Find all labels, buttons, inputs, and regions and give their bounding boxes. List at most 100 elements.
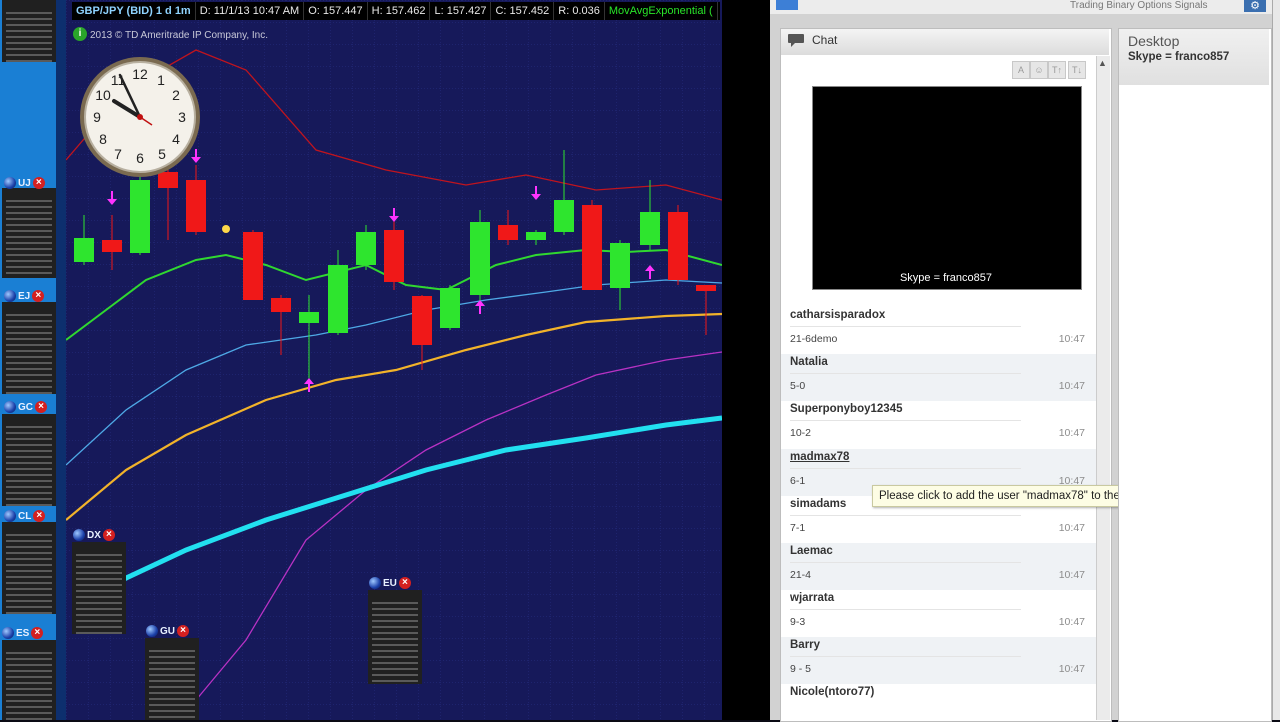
- chat-username[interactable]: simadams: [790, 498, 846, 510]
- gadget-bars: [6, 310, 52, 394]
- divider: [790, 326, 1021, 327]
- gadget-panel: [2, 0, 56, 62]
- analog-clock-icon: 12 12 345 678 91011: [80, 57, 200, 177]
- gadget-header-es[interactable]: ES ×: [2, 625, 44, 641]
- svg-text:4: 4: [172, 131, 180, 147]
- gadget-bars: [6, 422, 52, 506]
- chart-low: L: 157.427: [430, 2, 492, 20]
- chat-time: 10:47: [1058, 427, 1085, 439]
- gadget-panel-gc: [2, 414, 56, 506]
- svg-text:7: 7: [114, 146, 122, 162]
- gadget-header-gu[interactable]: GU ×: [146, 623, 189, 639]
- font-style-icon[interactable]: A: [1012, 61, 1030, 79]
- gadget-bars: [6, 530, 52, 614]
- bear-candle: [384, 230, 404, 282]
- webinar-title: Trading Binary Options Signals: [1070, 0, 1208, 11]
- close-icon[interactable]: ×: [35, 401, 47, 413]
- chart-study-label[interactable]: MovAvgExponential (: [605, 2, 718, 20]
- gadget-header-dx[interactable]: DX ×: [73, 527, 115, 543]
- divider: [790, 656, 1021, 657]
- chat-time: 10:47: [1058, 569, 1085, 581]
- gadget-header-gc[interactable]: GC ×: [4, 399, 47, 415]
- chat-username[interactable]: Nicole(ntoro77): [790, 686, 874, 698]
- gadget-header-uj[interactable]: UJ ×: [4, 175, 45, 191]
- chart-close: C: 157.452: [491, 2, 555, 20]
- chat-username[interactable]: madmax78: [790, 451, 849, 463]
- chat-message: wjarrata 9-3 10:47: [781, 590, 1096, 637]
- bull-candle: [74, 238, 94, 262]
- gear-icon[interactable]: ⚙: [1244, 0, 1266, 12]
- chat-time: 10:47: [1058, 380, 1085, 392]
- bull-candle: [640, 212, 660, 245]
- gadget-header-cl[interactable]: CL ×: [4, 508, 46, 524]
- gadget-panel-es: [2, 640, 56, 720]
- bear-candle: [412, 296, 432, 345]
- bear-candle: [243, 232, 263, 300]
- close-icon[interactable]: ×: [32, 290, 45, 302]
- info-icon[interactable]: i: [73, 27, 87, 41]
- chat-username[interactable]: Laemac: [790, 545, 833, 557]
- svg-text:8: 8: [99, 131, 107, 147]
- background-gap: [722, 0, 772, 720]
- chat-scrollbar[interactable]: [1096, 56, 1110, 720]
- chat-username[interactable]: wjarrata: [790, 592, 834, 604]
- gadget-header-ej[interactable]: EJ ×: [4, 288, 45, 304]
- globe-icon: [4, 401, 16, 413]
- chat-username[interactable]: Barry: [790, 639, 820, 651]
- chat-time: 10:47: [1058, 333, 1085, 345]
- chat-text: 10-2: [790, 427, 812, 439]
- close-icon[interactable]: ×: [177, 625, 189, 637]
- svg-text:9: 9: [93, 109, 101, 125]
- chart-high: H: 157.462: [368, 2, 431, 20]
- bull-candle: [328, 265, 348, 333]
- emoticon-icon[interactable]: ☺: [1030, 61, 1048, 79]
- bull-candle: [356, 232, 376, 265]
- desktop-subtitle: Skype = franco857: [1128, 51, 1230, 63]
- gadget-label: ES: [16, 627, 30, 639]
- bull-candle: [554, 200, 574, 232]
- close-icon[interactable]: ×: [398, 577, 411, 589]
- scroll-up-icon[interactable]: ▲: [1098, 58, 1107, 68]
- globe-icon: [2, 627, 14, 639]
- close-icon[interactable]: ×: [33, 510, 46, 522]
- chat-username[interactable]: Superponyboy12345: [790, 403, 902, 415]
- chart-header-bar: GBP/JPY (BID) 1 d 1m D: 11/1/13 10:47 AM…: [72, 2, 720, 20]
- chat-username[interactable]: Natalia: [790, 356, 828, 368]
- sidebar-divider: [56, 0, 66, 720]
- globe-icon: [146, 625, 158, 637]
- chat-message: Natalia 5-0 10:47: [781, 354, 1096, 401]
- gadget-panel-cl: [2, 522, 56, 614]
- gadget-label: EU: [383, 577, 397, 589]
- gadget-label: GU: [160, 625, 175, 637]
- font-increase-icon[interactable]: T↑: [1048, 61, 1066, 79]
- bull-candle: [440, 288, 460, 328]
- close-icon[interactable]: ×: [102, 529, 115, 541]
- chat-time: 10:47: [1058, 522, 1085, 534]
- globe-icon: [4, 290, 16, 302]
- chart-symbol[interactable]: GBP/JPY (BID) 1 d 1m: [72, 2, 196, 20]
- font-decrease-icon[interactable]: T↓: [1068, 61, 1086, 79]
- chat-username[interactable]: catharsisparadox: [790, 309, 885, 321]
- chat-title: Chat: [812, 33, 838, 47]
- bull-candle: [299, 312, 319, 323]
- bull-candle: [610, 243, 630, 288]
- divider: [790, 373, 1021, 374]
- chat-text: 21-6demo: [790, 333, 838, 345]
- layout-icon[interactable]: [776, 0, 798, 10]
- gadget-header-eu[interactable]: EU ×: [369, 575, 411, 591]
- chat-message: Nicole(ntoro77): [781, 684, 1096, 720]
- divider: [790, 468, 1021, 469]
- chat-time: 10:47: [1058, 663, 1085, 675]
- gadget-panel-gu: [145, 638, 199, 720]
- chat-message: Superponyboy12345 10-2 10:47: [781, 401, 1096, 448]
- chat-text: 21-4: [790, 569, 812, 581]
- close-icon[interactable]: ×: [31, 627, 44, 639]
- chat-text: 6-1: [790, 475, 806, 487]
- gadget-bars: [6, 648, 52, 720]
- close-icon[interactable]: ×: [32, 177, 45, 189]
- gadget-bars: [76, 550, 122, 634]
- chat-text: 5-0: [790, 380, 806, 392]
- gadget-label: DX: [87, 529, 101, 541]
- bear-candle: [271, 298, 291, 312]
- chat-message: Laemac 21-4 10:47: [781, 543, 1096, 590]
